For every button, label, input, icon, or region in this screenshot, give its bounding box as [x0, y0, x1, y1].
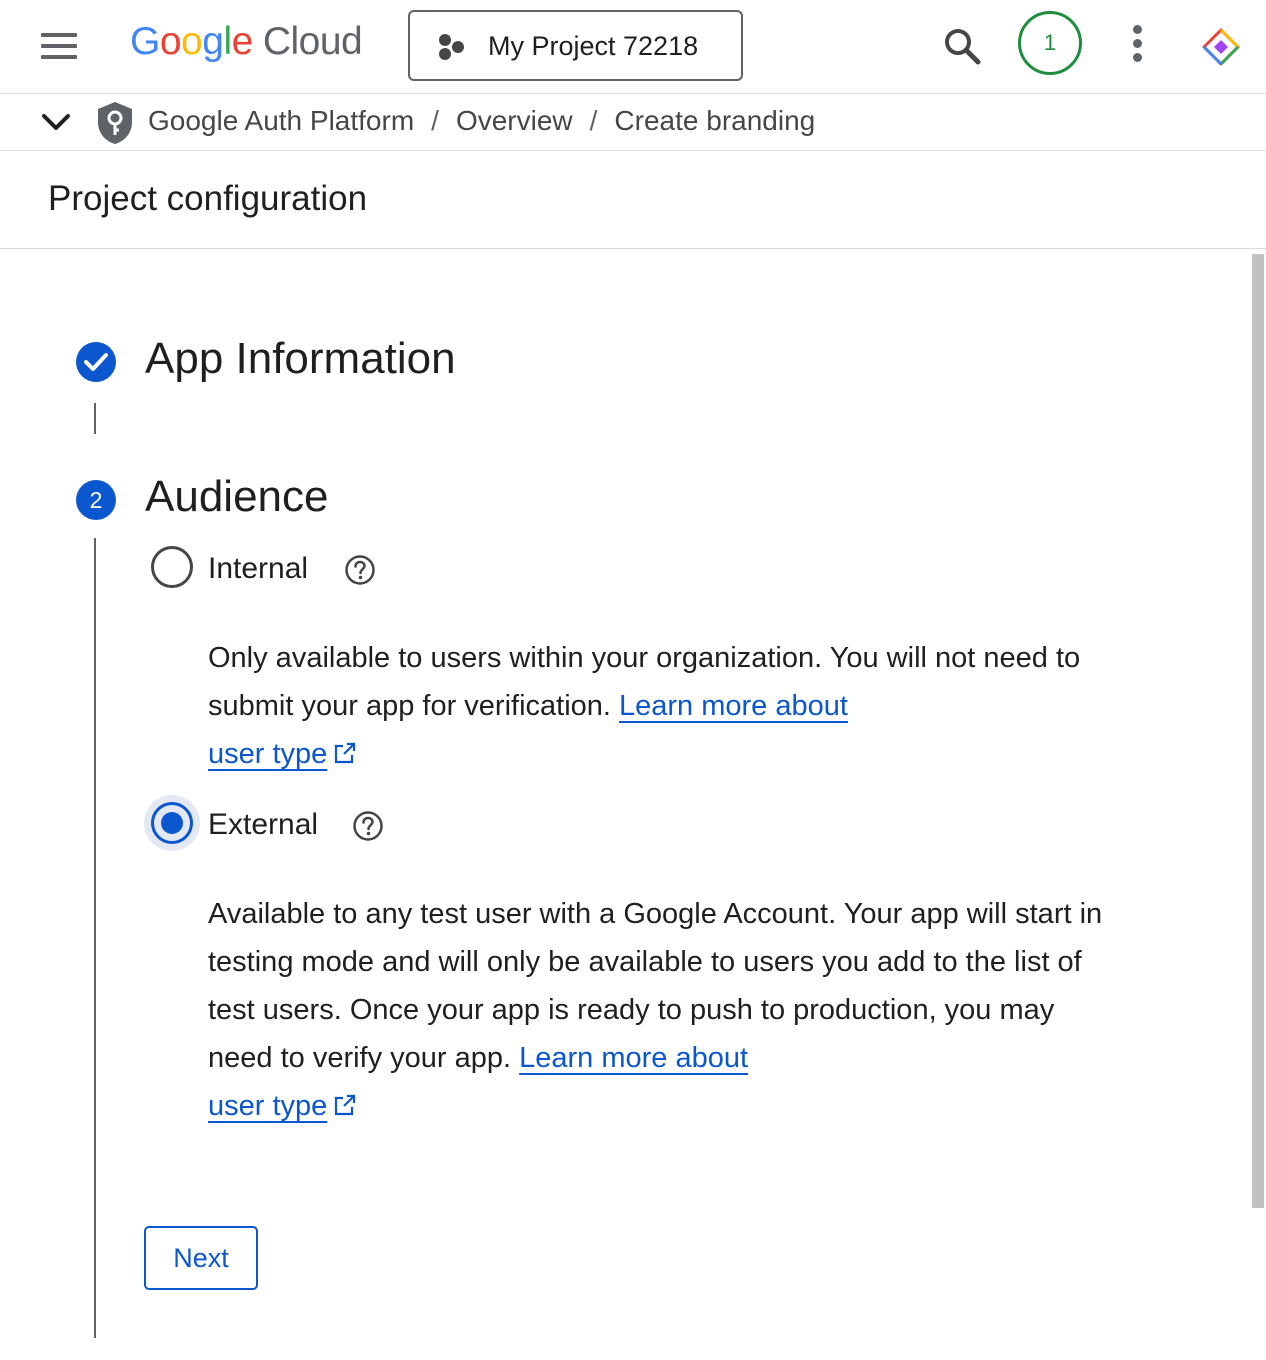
link-text: Learn more about	[619, 690, 848, 722]
radio-internal[interactable]	[151, 546, 193, 588]
breadcrumb-overview[interactable]: Overview	[456, 105, 573, 136]
project-icon	[439, 34, 464, 60]
page-title: Project configuration	[48, 179, 368, 218]
more-vert-icon[interactable]	[1120, 22, 1156, 66]
open-in-new-icon	[335, 1094, 356, 1116]
step-number-badge: 2	[76, 480, 116, 520]
link-text: Learn more about	[519, 1042, 749, 1074]
shield-key-icon	[98, 102, 132, 144]
main-content: App Information 2 Audience Internal Only…	[0, 250, 1266, 1360]
chevron-down-icon[interactable]	[38, 107, 74, 137]
breadcrumb: Google Auth Platform / Overview / Create bra…	[148, 105, 815, 137]
step-complete-check-icon	[76, 342, 116, 382]
breadcrumb-create-branding: Create branding	[614, 105, 816, 136]
external-label[interactable]: External	[208, 808, 318, 842]
external-description: Available to any test user with a Google…	[208, 890, 1108, 1130]
notification-badge[interactable]: 1	[1018, 11, 1082, 75]
page-header: Project configuration	[0, 152, 1266, 249]
project-picker-button[interactable]: My Project 72218	[408, 10, 743, 81]
gemini-icon[interactable]	[1200, 26, 1242, 68]
step-audience-title: Audience	[145, 472, 329, 521]
step-connector	[94, 538, 96, 1338]
scrollbar-thumb[interactable]	[1252, 254, 1264, 1208]
breadcrumb-auth-platform[interactable]: Google Auth Platform	[148, 105, 414, 136]
breadcrumb-separator: /	[431, 105, 439, 136]
top-bar: Google Cloud My Project 72218 1	[0, 0, 1266, 94]
project-name: My Project 72218	[488, 31, 699, 61]
menu-icon[interactable]	[38, 28, 82, 64]
internal-label[interactable]: Internal	[208, 552, 308, 586]
step-app-information-title[interactable]: App Information	[145, 334, 456, 384]
google-cloud-logo[interactable]: Google Cloud	[130, 20, 363, 72]
internal-description: Only available to users within your orga…	[208, 634, 1108, 778]
scrollbar[interactable]	[1250, 250, 1266, 1360]
step-connector	[94, 403, 96, 434]
next-button[interactable]: Next	[144, 1226, 258, 1290]
radio-external[interactable]	[151, 802, 193, 844]
open-in-new-icon	[335, 742, 356, 764]
breadcrumb-bar: Google Auth Platform / Overview / Create bra…	[0, 95, 1266, 151]
logo-cloud: Cloud	[262, 20, 363, 63]
breadcrumb-separator: /	[589, 105, 598, 136]
link-text: user type	[208, 1090, 328, 1122]
search-icon[interactable]	[940, 24, 984, 68]
help-icon[interactable]	[352, 810, 384, 842]
help-icon[interactable]	[344, 554, 376, 586]
logo-google: Google	[130, 20, 253, 63]
link-text: user type	[208, 738, 328, 770]
